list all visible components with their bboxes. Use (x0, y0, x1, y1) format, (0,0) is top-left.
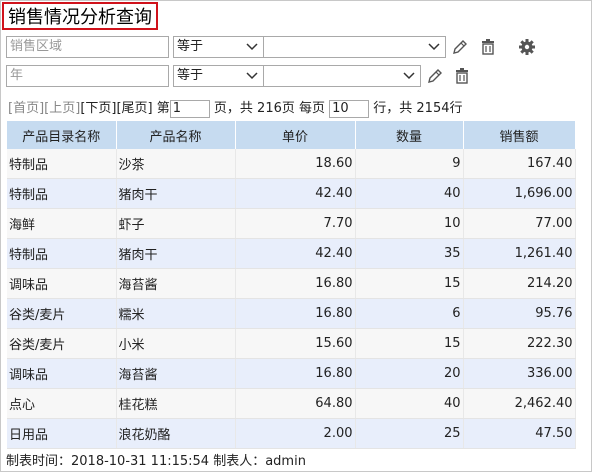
column-header[interactable]: 销售额 (463, 121, 576, 149)
operator-value: 等于 (177, 39, 204, 54)
filter-field-input[interactable]: 销售区域 (6, 36, 169, 58)
edit-icon[interactable] (425, 66, 445, 86)
chevron-down-icon (403, 72, 415, 80)
delete-icon[interactable] (478, 37, 498, 57)
column-header[interactable]: 产品目录名称 (7, 121, 117, 149)
column-header[interactable]: 数量 (355, 121, 464, 149)
table-cell: 40 (355, 388, 464, 419)
table-cell: 64.80 (235, 388, 356, 419)
per-page-input[interactable]: 10 (329, 99, 370, 118)
table-cell: 15 (355, 328, 464, 359)
table-row[interactable]: 日用品 浪花奶酪 2.00 25 47.50 (7, 418, 576, 449)
filter-operator-select[interactable]: 等于 (173, 36, 264, 58)
table-cell: 调味品 (7, 268, 117, 299)
chevron-down-icon (428, 43, 440, 51)
chevron-down-icon (246, 43, 258, 51)
table-row[interactable]: 调味品 海苔酱 16.80 20 336.00 (7, 358, 576, 389)
table-row[interactable]: 特制品 猪肉干 42.40 40 1,696.00 (7, 178, 576, 209)
table-cell: 桂花糕 (116, 388, 236, 419)
table-cell: 糯米 (116, 298, 236, 329)
table-cell: 20 (355, 358, 464, 389)
table-body: 特制品 沙茶 18.60 9 167.40 特制品 猪肉干 42.40 40 1,696.00 海鲜… (7, 149, 576, 449)
operator-value: 等于 (177, 68, 204, 83)
table-cell: 2.00 (235, 418, 356, 449)
table-cell: 15.60 (235, 328, 356, 359)
page-prefix: 第 (156, 101, 170, 116)
table-cell: 6 (355, 298, 464, 329)
filter-value-select[interactable] (263, 36, 446, 58)
page-title: 销售情况分析查询 (2, 2, 158, 30)
table-cell: 浪花奶酪 (116, 418, 236, 449)
table-row[interactable]: 调味品 海苔酱 16.80 15 214.20 (7, 268, 576, 299)
table-cell: 25 (355, 418, 464, 449)
table-cell: 特制品 (7, 238, 117, 269)
table-cell: 15 (355, 268, 464, 299)
report-table: 产品目录名称 产品名称 单价 数量 销售额 特制品 沙茶 18.60 9 167.40 特… (7, 121, 576, 449)
table-row[interactable]: 特制品 猪肉干 42.40 35 1,261.40 (7, 238, 576, 269)
table-cell: 35 (355, 238, 464, 269)
page-number-input[interactable]: 1 (169, 99, 210, 118)
table-cell: 点心 (7, 388, 117, 419)
table-cell: 日用品 (7, 418, 117, 449)
table-cell: 猪肉干 (116, 238, 236, 269)
table-cell: 42.40 (235, 178, 356, 209)
table-cell: 沙茶 (116, 149, 236, 179)
table-cell: 特制品 (7, 149, 117, 179)
prev-page-link[interactable]: [上页] (44, 101, 80, 116)
table-cell: 40 (355, 178, 464, 209)
table-cell: 18.60 (235, 149, 356, 179)
table-cell: 7.70 (235, 208, 356, 239)
first-page-link[interactable]: [首页] (8, 101, 44, 116)
table-cell: 77.00 (463, 208, 576, 239)
table-cell: 42.40 (235, 238, 356, 269)
table-cell: 虾子 (116, 208, 236, 239)
table-cell: 9 (355, 149, 464, 179)
table-row[interactable]: 特制品 沙茶 18.60 9 167.40 (7, 149, 576, 179)
filter-field-input[interactable]: 年 (6, 65, 169, 87)
column-header[interactable]: 单价 (235, 121, 356, 149)
delete-icon[interactable] (452, 66, 472, 86)
total-pages-text: 页，共 216页 每页 (213, 101, 325, 116)
table-cell: 海苔酱 (116, 268, 236, 299)
table-cell: 16.80 (235, 298, 356, 329)
table-cell: 猪肉干 (116, 178, 236, 209)
table-cell: 214.20 (463, 268, 576, 299)
column-header[interactable]: 产品名称 (116, 121, 236, 149)
pager: [首页][上页][下页][尾页] 第1 页，共 216页 每页 10 行，共 2… (8, 99, 463, 119)
report-footer: 制表时间：2018-10-31 11:15:54 制表人：admin (6, 454, 306, 469)
table-cell: 10 (355, 208, 464, 239)
last-page-link[interactable]: [尾页] (116, 101, 152, 116)
table-row[interactable]: 点心 桂花糕 64.80 40 2,462.40 (7, 388, 576, 419)
filter-operator-select[interactable]: 等于 (173, 65, 264, 87)
total-rows-text: 行，共 2154行 (373, 101, 463, 116)
table-cell: 1,696.00 (463, 178, 576, 209)
edit-icon[interactable] (450, 37, 470, 57)
table-cell: 特制品 (7, 178, 117, 209)
table-cell: 小米 (116, 328, 236, 359)
table-cell: 16.80 (235, 358, 356, 389)
table-row[interactable]: 谷类/麦片 糯米 16.80 6 95.76 (7, 298, 576, 329)
table-cell: 95.76 (463, 298, 576, 329)
table-cell: 222.30 (463, 328, 576, 359)
filter-value-select[interactable] (263, 65, 421, 87)
table-cell: 16.80 (235, 268, 356, 299)
table-cell: 2,462.40 (463, 388, 576, 419)
chevron-down-icon (246, 72, 258, 80)
table-cell: 47.50 (463, 418, 576, 449)
table-cell: 谷类/麦片 (7, 298, 117, 329)
table-cell: 海苔酱 (116, 358, 236, 389)
table-cell: 海鲜 (7, 208, 117, 239)
table-cell: 谷类/麦片 (7, 328, 117, 359)
table-header-row: 产品目录名称 产品名称 单价 数量 销售额 (7, 121, 576, 149)
table-cell: 1,261.40 (463, 238, 576, 269)
table-row[interactable]: 谷类/麦片 小米 15.60 15 222.30 (7, 328, 576, 359)
table-cell: 336.00 (463, 358, 576, 389)
next-page-link[interactable]: [下页] (80, 101, 116, 116)
table-row[interactable]: 海鲜 虾子 7.70 10 77.00 (7, 208, 576, 239)
table-cell: 167.40 (463, 149, 576, 179)
table-cell: 调味品 (7, 358, 117, 389)
settings-icon[interactable] (517, 37, 537, 57)
